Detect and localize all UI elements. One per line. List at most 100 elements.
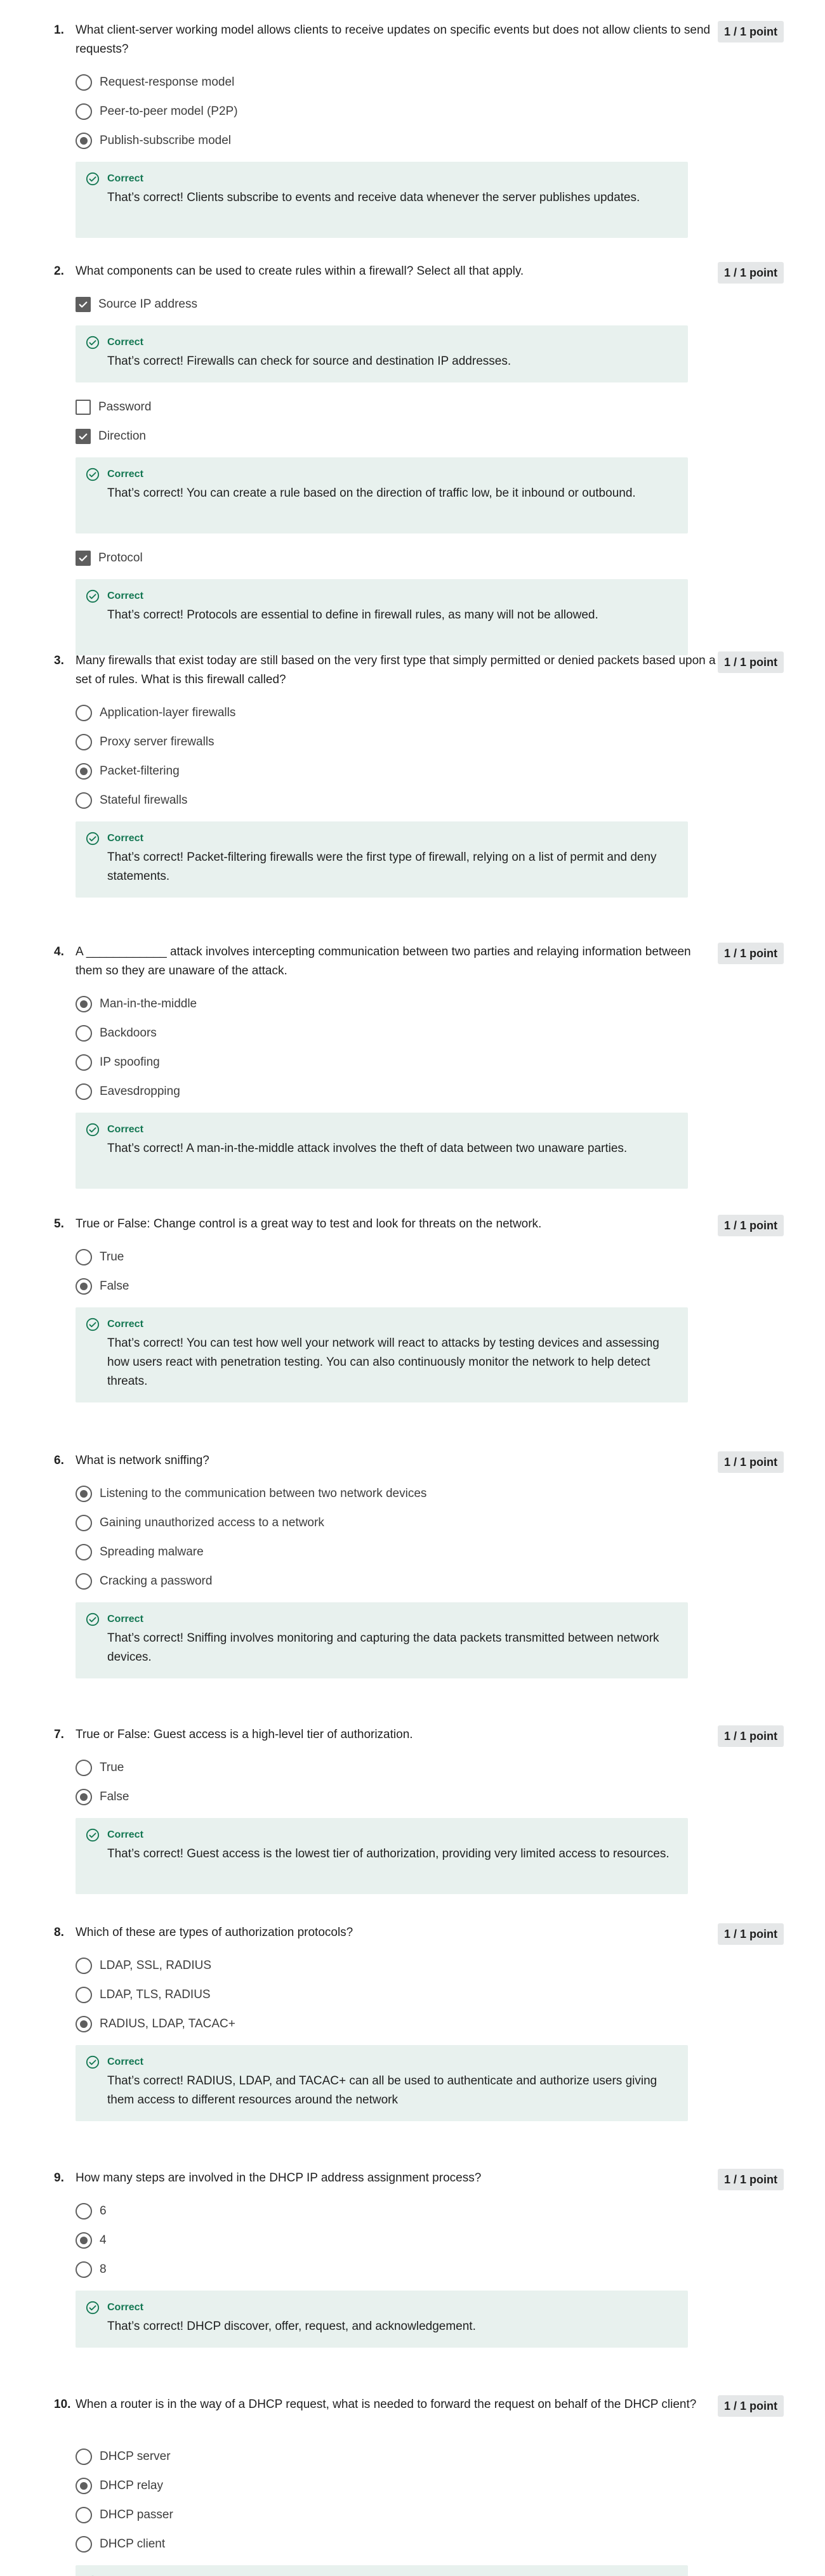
feedback-text: That’s correct! RADIUS, LDAP, and TACAC+…	[107, 2074, 657, 2107]
radio-option[interactable]: Application-layer firewalls	[76, 703, 235, 722]
feedback-correct: Correct That’s correct! RADIUS, LDAP, and…	[76, 2045, 688, 2121]
checkbox-option[interactable]: Password	[76, 398, 151, 417]
radio-empty-icon[interactable]	[76, 1760, 92, 1776]
radio-empty-icon[interactable]	[76, 1054, 92, 1071]
feedback-correct: Correct That’s correct! DHCP discover, of…	[76, 2291, 688, 2348]
radio-empty-icon[interactable]	[76, 2449, 92, 2465]
radio-empty-icon[interactable]	[76, 734, 92, 750]
question-number: 4.	[54, 945, 64, 958]
radio-selected-icon[interactable]	[76, 1789, 92, 1805]
radio-option[interactable]: True	[76, 1758, 124, 1777]
radio-option[interactable]: 6	[76, 2202, 107, 2221]
radio-option[interactable]: Eavesdropping	[76, 1082, 180, 1101]
radio-empty-icon[interactable]	[76, 2536, 92, 2553]
radio-option[interactable]: Spreading malware	[76, 1543, 204, 1562]
question-number: 6.	[54, 1454, 64, 1467]
radio-empty-icon[interactable]	[76, 792, 92, 809]
radio-option[interactable]: DHCP relay	[76, 2476, 163, 2495]
radio-empty-icon[interactable]	[76, 705, 92, 721]
radio-empty-icon[interactable]	[76, 1083, 92, 1100]
radio-option[interactable]: 8	[76, 2260, 107, 2279]
option-label: RADIUS, LDAP, TACAC+	[100, 2017, 235, 2030]
option-label: LDAP, TLS, RADIUS	[100, 1988, 211, 2001]
points-badge: 1 / 1 point	[717, 1451, 784, 1473]
option-label: DHCP relay	[100, 2479, 163, 2492]
radio-option[interactable]: Cracking a password	[76, 1572, 212, 1591]
option-label: Application-layer firewalls	[100, 706, 236, 719]
radio-selected-icon[interactable]	[76, 763, 92, 780]
points-badge: 1 / 1 point	[717, 1923, 784, 1945]
radio-empty-icon[interactable]	[76, 1249, 92, 1265]
radio-option[interactable]: True	[76, 1248, 124, 1267]
check-circle-icon	[86, 2055, 100, 2069]
option-label: Spreading malware	[100, 1545, 204, 1559]
option-label: Publish-subscribe model	[100, 134, 231, 147]
radio-selected-icon[interactable]	[76, 133, 92, 149]
option-label: Backdoors	[100, 1026, 157, 1040]
radio-selected-icon[interactable]	[76, 996, 92, 1012]
checkbox-option[interactable]: Direction	[76, 427, 146, 446]
radio-option[interactable]: Packet-filtering	[76, 762, 180, 781]
radio-option[interactable]: LDAP, SSL, RADIUS	[76, 1956, 211, 1975]
radio-selected-icon[interactable]	[76, 2232, 92, 2249]
radio-empty-icon[interactable]	[76, 2261, 92, 2278]
radio-selected-icon[interactable]	[76, 1278, 92, 1295]
radio-empty-icon[interactable]	[76, 1987, 92, 2003]
radio-empty-icon[interactable]	[76, 1025, 92, 1042]
points-badge: 1 / 1 point	[717, 1215, 784, 1236]
radio-option[interactable]: False	[76, 1788, 129, 1807]
radio-empty-icon[interactable]	[76, 2203, 92, 2220]
radio-selected-icon[interactable]	[76, 1486, 92, 1502]
radio-option[interactable]: Backdoors	[76, 1024, 157, 1043]
checkbox-option[interactable]: Source IP address	[76, 295, 197, 314]
radio-empty-icon[interactable]	[76, 103, 92, 120]
feedback-correct: Correct That’s correct! You can test how …	[76, 1307, 688, 1402]
radio-option[interactable]: False	[76, 1277, 129, 1296]
feedback-title: Correct	[107, 337, 143, 348]
radio-empty-icon[interactable]	[76, 1544, 92, 1560]
option-label: Source IP address	[98, 297, 197, 311]
radio-empty-icon[interactable]	[76, 1515, 92, 1531]
feedback-title: Correct	[107, 1124, 143, 1135]
option-label: False	[100, 1279, 129, 1293]
radio-option[interactable]: DHCP server	[76, 2447, 171, 2466]
radio-option[interactable]: DHCP passer	[76, 2506, 173, 2525]
option-label: Packet-filtering	[100, 764, 180, 778]
radio-option[interactable]: Peer-to-peer model (P2P)	[76, 102, 238, 121]
option-label: IP spoofing	[100, 1056, 160, 1069]
radio-option[interactable]: DHCP client	[76, 2535, 165, 2554]
radio-option[interactable]: 4	[76, 2231, 107, 2250]
check-circle-icon	[86, 467, 100, 481]
radio-empty-icon[interactable]	[76, 1573, 92, 1590]
radio-option[interactable]: Listening to the communication between t…	[76, 1484, 426, 1503]
radio-option[interactable]: Gaining unauthorized access to a network	[76, 1514, 324, 1533]
radio-selected-icon[interactable]	[76, 2016, 92, 2032]
radio-option[interactable]: RADIUS, LDAP, TACAC+	[76, 2015, 235, 2034]
radio-empty-icon[interactable]	[76, 74, 92, 91]
radio-option[interactable]: Proxy server firewalls	[76, 733, 214, 752]
radio-option[interactable]: Stateful firewalls	[76, 791, 187, 810]
checkbox-empty-icon[interactable]	[76, 400, 91, 415]
checkbox-checked-icon[interactable]	[76, 429, 91, 444]
radio-option[interactable]: Request-response model	[76, 73, 234, 92]
points-badge: 1 / 1 point	[717, 262, 784, 284]
radio-option[interactable]: IP spoofing	[76, 1053, 160, 1072]
check-circle-icon	[86, 336, 100, 350]
question-text: How many steps are involved in the DHCP …	[76, 2171, 482, 2185]
feedback-correct: Correct That’s correct! Packet-filtering …	[76, 821, 688, 898]
option-label: True	[100, 1761, 124, 1774]
checkbox-checked-icon[interactable]	[76, 297, 91, 312]
feedback-title: Correct	[107, 1614, 143, 1625]
question-text: True or False: Guest access is a high-le…	[76, 1728, 413, 1741]
radio-selected-icon[interactable]	[76, 2478, 92, 2494]
option-label: Request-response model	[100, 75, 235, 89]
question-number: 9.	[54, 2171, 64, 2185]
check-circle-icon	[86, 2301, 100, 2315]
radio-option[interactable]: Man-in-the-middle	[76, 995, 197, 1014]
radio-empty-icon[interactable]	[76, 1958, 92, 1974]
radio-option[interactable]: Publish-subscribe model	[76, 131, 231, 150]
radio-option[interactable]: LDAP, TLS, RADIUS	[76, 1985, 211, 2004]
radio-empty-icon[interactable]	[76, 2507, 92, 2523]
checkbox-checked-icon[interactable]	[76, 551, 91, 566]
checkbox-option[interactable]: Protocol	[76, 549, 143, 568]
